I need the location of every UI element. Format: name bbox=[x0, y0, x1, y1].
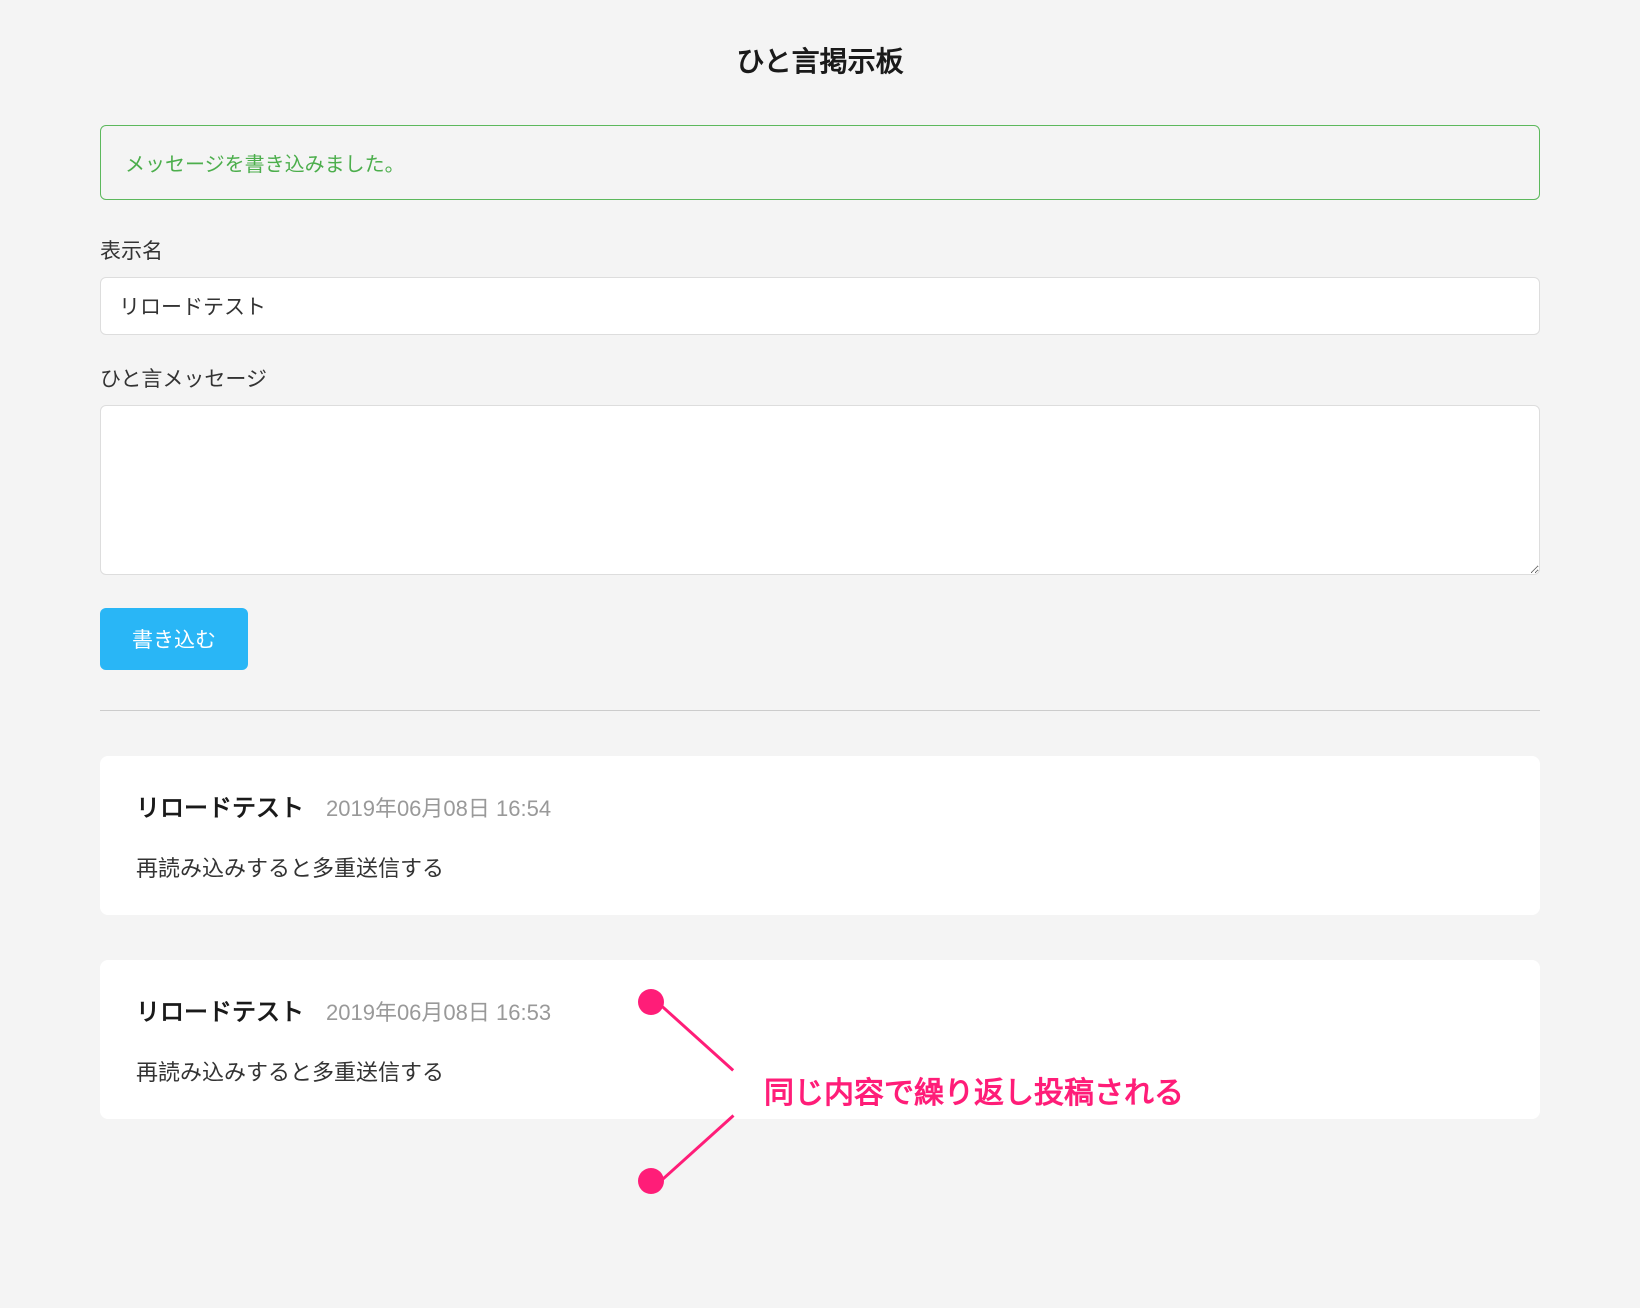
post-header: リロードテスト 2019年06月08日 16:53 bbox=[136, 992, 1504, 1027]
divider bbox=[100, 710, 1540, 711]
page-title: ひと言掲示板 bbox=[100, 40, 1540, 80]
success-alert: メッセージを書き込みました。 bbox=[100, 125, 1540, 200]
success-alert-text: メッセージを書き込みました。 bbox=[125, 154, 405, 176]
post-header: リロードテスト 2019年06月08日 16:54 bbox=[136, 788, 1504, 823]
post-author: リロードテスト bbox=[136, 992, 304, 1027]
name-label: 表示名 bbox=[100, 235, 1540, 265]
name-input[interactable] bbox=[100, 277, 1540, 335]
post-card: リロードテスト 2019年06月08日 16:53 再読み込みすると多重送信する bbox=[100, 960, 1540, 1119]
message-textarea[interactable] bbox=[100, 405, 1540, 575]
message-label: ひと言メッセージ bbox=[100, 363, 1540, 393]
post-timestamp: 2019年06月08日 16:54 bbox=[326, 791, 551, 823]
post-timestamp: 2019年06月08日 16:53 bbox=[326, 995, 551, 1027]
post-card: リロードテスト 2019年06月08日 16:54 再読み込みすると多重送信する bbox=[100, 756, 1540, 915]
post-body: 再読み込みすると多重送信する bbox=[136, 851, 1504, 883]
name-form-group: 表示名 bbox=[100, 235, 1540, 335]
submit-button[interactable]: 書き込む bbox=[100, 608, 248, 670]
post-body: 再読み込みすると多重送信する bbox=[136, 1055, 1504, 1087]
message-form-group: ひと言メッセージ bbox=[100, 363, 1540, 580]
post-author: リロードテスト bbox=[136, 788, 304, 823]
